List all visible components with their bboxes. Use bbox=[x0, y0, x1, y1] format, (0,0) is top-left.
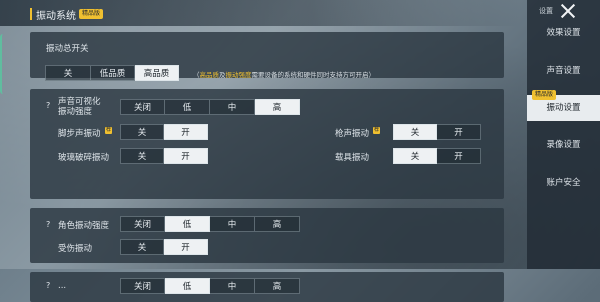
role-level-high[interactable]: 高 bbox=[255, 216, 300, 232]
sidebar-item-effects[interactable]: 效果设置 bbox=[527, 20, 600, 46]
help-icon[interactable]: ? bbox=[46, 101, 50, 110]
role-strength-label: 角色振动强度 bbox=[58, 221, 110, 231]
hurt-label: 受伤振动 bbox=[58, 244, 93, 254]
gunshot-label: 枪声振动 bbox=[335, 129, 370, 139]
role-level-low[interactable]: 低 bbox=[165, 216, 210, 232]
sidebar-item-vibration[interactable]: 精品版 振动设置 bbox=[527, 90, 600, 121]
master-option-low[interactable]: 低品质 bbox=[91, 65, 135, 81]
partial-selector: 关闭 低 中 高 bbox=[120, 278, 300, 294]
hurt-on[interactable]: 开 bbox=[164, 239, 208, 255]
note-rest: 需要设备的系统和硬件同时支持方可开启） bbox=[251, 71, 376, 79]
partial-level-mid[interactable]: 中 bbox=[210, 278, 255, 294]
master-option-high[interactable]: 高品质 bbox=[135, 65, 179, 81]
title-accent-bar bbox=[30, 8, 32, 20]
sound-label-line2: 振动强度 bbox=[58, 107, 93, 117]
sound-level-low[interactable]: 低 bbox=[165, 99, 210, 115]
glass-toggle: 关 开 bbox=[120, 148, 208, 164]
footstep-label: 脚步声振动 bbox=[58, 129, 101, 139]
footstep-on[interactable]: 开 bbox=[164, 124, 208, 140]
footstep-badge: 荐 bbox=[105, 127, 113, 134]
role-level-mid[interactable]: 中 bbox=[210, 216, 255, 232]
partial-panel: ? ... 关闭 低 中 高 bbox=[30, 272, 504, 302]
settings-sidebar: 效果设置 声音设置 精品版 振动设置 录像设置 账户安全 bbox=[527, 0, 600, 269]
footstep-toggle: 关 开 bbox=[120, 124, 208, 140]
vehicle-toggle: 关 开 bbox=[393, 148, 481, 164]
master-switch-panel: 振动总开关 关 低品质 高品质 （高品质及振动强度需要设备的系统和硬件同时支持方… bbox=[30, 32, 504, 81]
partial-help-icon[interactable]: ? bbox=[46, 281, 50, 290]
gunshot-toggle: 关 开 bbox=[393, 124, 481, 140]
sound-vibration-panel: ? 声音可视化 振动强度 关闭 低 中 高 脚步声振动 荐 关 开 枪声振动 荐… bbox=[30, 89, 504, 199]
hurt-off[interactable]: 关 bbox=[120, 239, 164, 255]
role-help-icon[interactable]: ? bbox=[46, 220, 50, 229]
sidebar-item-sound[interactable]: 声音设置 bbox=[527, 58, 600, 84]
master-switch-label: 振动总开关 bbox=[46, 44, 89, 54]
gunshot-on[interactable]: 开 bbox=[437, 124, 481, 140]
partial-level-off[interactable]: 关闭 bbox=[120, 278, 165, 294]
vehicle-off[interactable]: 关 bbox=[393, 148, 437, 164]
footstep-off[interactable]: 关 bbox=[120, 124, 164, 140]
master-note: （高品质及振动强度需要设备的系统和硬件同时支持方可开启） bbox=[193, 69, 375, 79]
sound-level-mid[interactable]: 中 bbox=[210, 99, 255, 115]
settings-content: 振动总开关 关 低品质 高品质 （高品质及振动强度需要设备的系统和硬件同时支持方… bbox=[30, 26, 504, 302]
premium-tag: 精品版 bbox=[79, 9, 104, 19]
note-strength: 振动强度 bbox=[225, 71, 252, 79]
gunshot-off[interactable]: 关 bbox=[393, 124, 437, 140]
gunshot-badge: 荐 bbox=[373, 127, 381, 134]
role-strength-selector: 关闭 低 中 高 bbox=[120, 216, 300, 232]
sidebar-item-vibration-label: 振动设置 bbox=[546, 103, 581, 113]
settings-label: 设置 bbox=[539, 7, 553, 15]
glass-off[interactable]: 关 bbox=[120, 148, 164, 164]
sidebar-item-recording[interactable]: 录像设置 bbox=[527, 132, 600, 158]
master-switch-selector: 关 低品质 高品质 bbox=[45, 65, 179, 81]
page-title: 振动系统 bbox=[36, 11, 76, 22]
sound-strength-selector: 关闭 低 中 高 bbox=[120, 99, 300, 115]
close-icon[interactable] bbox=[559, 2, 577, 20]
partial-label: ... bbox=[58, 281, 67, 291]
sound-level-off[interactable]: 关闭 bbox=[120, 99, 165, 115]
role-vibration-panel: ? 角色振动强度 关闭 低 中 高 受伤振动 关 开 bbox=[30, 208, 504, 263]
vehicle-label: 载具振动 bbox=[335, 153, 370, 163]
partial-level-low[interactable]: 低 bbox=[165, 278, 210, 294]
sidebar-premium-tag: 精品版 bbox=[532, 90, 557, 100]
partial-level-high[interactable]: 高 bbox=[255, 278, 300, 294]
note-high: 高品质 bbox=[199, 71, 220, 79]
sidebar-item-account[interactable]: 账户安全 bbox=[527, 170, 600, 196]
vehicle-on[interactable]: 开 bbox=[437, 148, 481, 164]
glass-on[interactable]: 开 bbox=[164, 148, 208, 164]
hurt-toggle: 关 开 bbox=[120, 239, 208, 255]
page-header: 振动系统 精品版 bbox=[0, 0, 520, 26]
left-edge-indicator bbox=[0, 34, 6, 94]
sound-level-high[interactable]: 高 bbox=[255, 99, 300, 115]
role-level-off[interactable]: 关闭 bbox=[120, 216, 165, 232]
glass-label: 玻璃破碎振动 bbox=[58, 153, 110, 163]
master-option-off[interactable]: 关 bbox=[45, 65, 91, 81]
